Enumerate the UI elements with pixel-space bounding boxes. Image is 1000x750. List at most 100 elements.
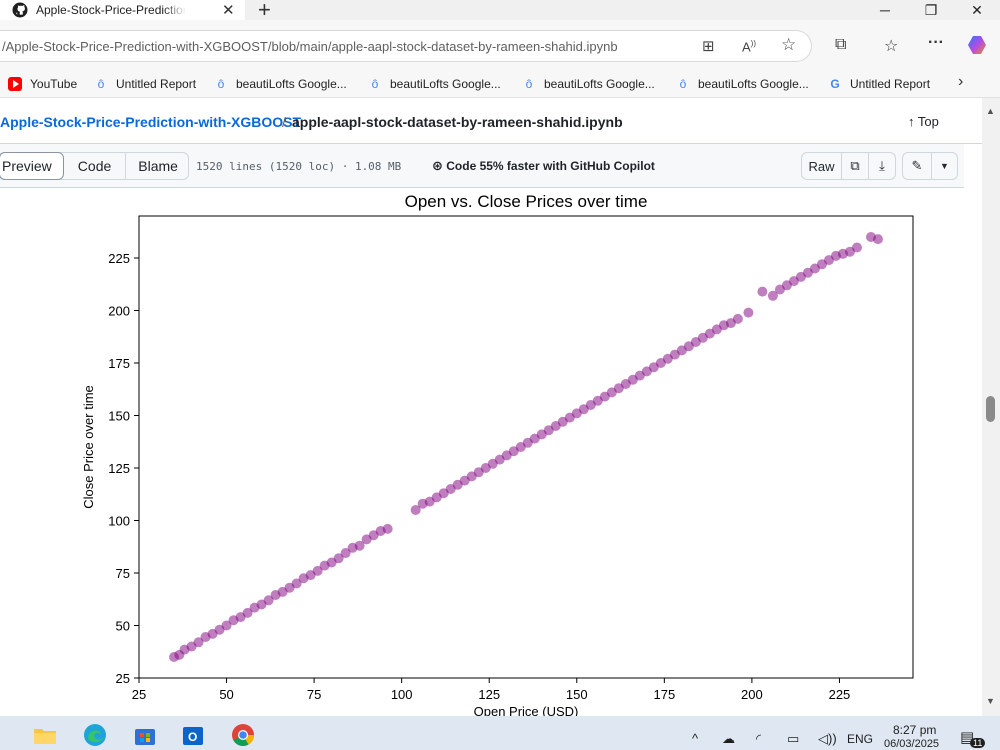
data-point [872,234,883,245]
x-tick-label: 225 [829,687,851,702]
svg-text:O: O [188,730,197,744]
y-tick-label: 100 [108,514,130,529]
scroll-down-icon[interactable]: ▼ [986,696,995,706]
wifi-icon[interactable]: ◜ [756,731,761,747]
y-tick-label: 225 [108,251,130,266]
language-indicator[interactable]: ENG [847,732,873,746]
favorites-icon[interactable]: ☆ [884,36,898,56]
edit-pencil-icon[interactable]: ✎ [902,152,932,180]
view-switcher: Preview Code Blame [0,152,189,180]
restore-icon[interactable]: ❐ [908,0,954,20]
breadcrumb-separator: / [282,114,286,130]
file-name: apple-aapl-stock-dataset-by-rameen-shahi… [292,114,623,130]
volume-icon[interactable]: ◁)) [818,731,837,747]
copilot-icon[interactable] [966,34,988,61]
y-tick-label: 200 [108,304,130,319]
edge-icon[interactable] [80,720,110,750]
x-tick-label: 100 [391,687,413,702]
tab-blame[interactable]: Blame [125,153,190,179]
y-tick-label: 25 [116,671,130,686]
report-icon: ô [217,77,225,91]
tab-code[interactable]: Code [64,153,125,179]
data-point [732,313,743,324]
minimize-icon[interactable]: ─ [862,0,908,20]
github-icon [12,2,28,18]
report-icon: ô [679,77,687,91]
tab-title: Apple-Stock-Price-Prediction-with-XGBOOS… [36,3,186,17]
x-tick-label: 25 [132,687,146,702]
data-point [757,286,768,297]
chrome-icon[interactable] [228,720,258,750]
y-tick-label: 125 [108,461,130,476]
clock-date[interactable]: 06/03/2025 [884,738,939,750]
more-menu-icon[interactable]: ··· [928,34,944,52]
page-scrollbar[interactable]: ▲ ▼ [982,98,1000,716]
file-meta: 1520 lines (1520 loc) · 1.08 MB [196,160,402,173]
scroll-up-icon[interactable]: ▲ [986,106,995,116]
data-point [382,523,393,534]
youtube-icon [8,77,22,91]
read-aloud-icon[interactable]: A)) [742,39,756,54]
report-icon: ô [371,77,379,91]
copilot-icon: ⊛ [432,158,443,173]
favorites-bar: YouTube ô Untitled Report ô beautiLofts … [0,70,1000,98]
browser-toolbar: /Apple-Stock-Price-Prediction-with-XGBOO… [0,20,1000,70]
onedrive-icon[interactable]: ☁ [722,731,735,747]
x-tick-label: 150 [566,687,588,702]
app-available-icon[interactable]: ⊞ [702,37,715,55]
raw-button[interactable]: Raw [801,152,842,180]
favorite-beautilofts-3[interactable]: ô beautiLofts Google... [522,75,655,93]
y-tick-label: 150 [108,409,130,424]
browser-tab[interactable]: Apple-Stock-Price-Prediction-with-XGBOOS… [0,0,245,20]
favorite-untitled-report[interactable]: ô Untitled Report [94,75,196,93]
close-tab-icon[interactable]: ✕ [222,1,235,19]
file-toolbar: Preview Code Blame 1520 lines (1520 loc)… [0,144,964,188]
chevron-right-icon[interactable]: › [958,73,963,91]
store-icon[interactable] [130,720,160,750]
scatter-chart: Open vs. Close Prices over time 25 50 75 100… [81,192,914,716]
report-icon: ô [525,77,533,91]
x-tick-label: 175 [653,687,675,702]
clock-time[interactable]: 8:27 pm [893,723,936,737]
x-tick-label: 125 [478,687,500,702]
notification-badge: 11 [970,738,986,748]
google-icon: G [830,77,840,91]
battery-icon[interactable]: ▭ [787,731,799,747]
download-icon[interactable]: ⤓ [868,152,896,180]
favorite-beautilofts-1[interactable]: ô beautiLofts Google... [214,75,347,93]
tab-strip: Apple-Stock-Price-Prediction-with-XGBOOS… [0,0,1000,22]
github-file-view: Apple-Stock-Price-Prediction-with-XGBOOS… [0,98,982,716]
address-bar[interactable]: /Apple-Stock-Price-Prediction-with-XGBOO… [0,30,812,62]
tab-preview[interactable]: Preview [0,152,64,180]
favorite-untitled-report-google[interactable]: G Untitled Report [828,75,930,93]
breadcrumb: Apple-Stock-Price-Prediction-with-XGBOOS… [0,98,982,144]
x-tick-label: 75 [307,687,321,702]
extensions-icon[interactable]: ⧉ [835,36,846,54]
windows-taskbar: O ^ ☁ ◜ ▭ ◁)) ENG 8:27 pm 06/03/2025 ▤ 1… [0,716,1000,750]
x-tick-label: 50 [219,687,233,702]
y-axis-label: Close Price over time [81,385,96,509]
scrollbar-thumb[interactable] [986,396,995,422]
copilot-promo[interactable]: ⊛ Code 55% faster with GitHub Copilot [432,158,655,174]
window-close-icon[interactable]: ✕ [954,0,1000,20]
y-tick-label: 175 [108,356,130,371]
arrow-up-icon: ↑ [908,114,915,129]
outlook-icon[interactable]: O [178,720,208,750]
data-point [743,307,754,318]
favorite-beautilofts-4[interactable]: ô beautiLofts Google... [676,75,809,93]
file-explorer-icon[interactable] [30,720,60,750]
chevron-up-icon[interactable]: ^ [692,731,698,746]
url-text[interactable]: /Apple-Stock-Price-Prediction-with-XGBOO… [2,39,618,54]
favorite-beautilofts-2[interactable]: ô beautiLofts Google... [368,75,501,93]
favorite-star-icon[interactable]: ☆ [781,35,796,55]
report-icon: ô [97,77,105,91]
chevron-down-icon[interactable]: ▼ [931,152,958,180]
repo-link[interactable]: Apple-Stock-Price-Prediction-with-XGBOOS… [0,114,301,130]
y-tick-label: 50 [116,619,130,634]
top-button[interactable]: ↑ Top [908,114,939,129]
x-tick-label: 200 [741,687,763,702]
data-point [851,242,862,253]
copy-icon[interactable]: ⧉ [841,152,869,180]
favorite-youtube[interactable]: YouTube [8,75,77,93]
x-axis-label: Open Price (USD) [474,704,579,716]
